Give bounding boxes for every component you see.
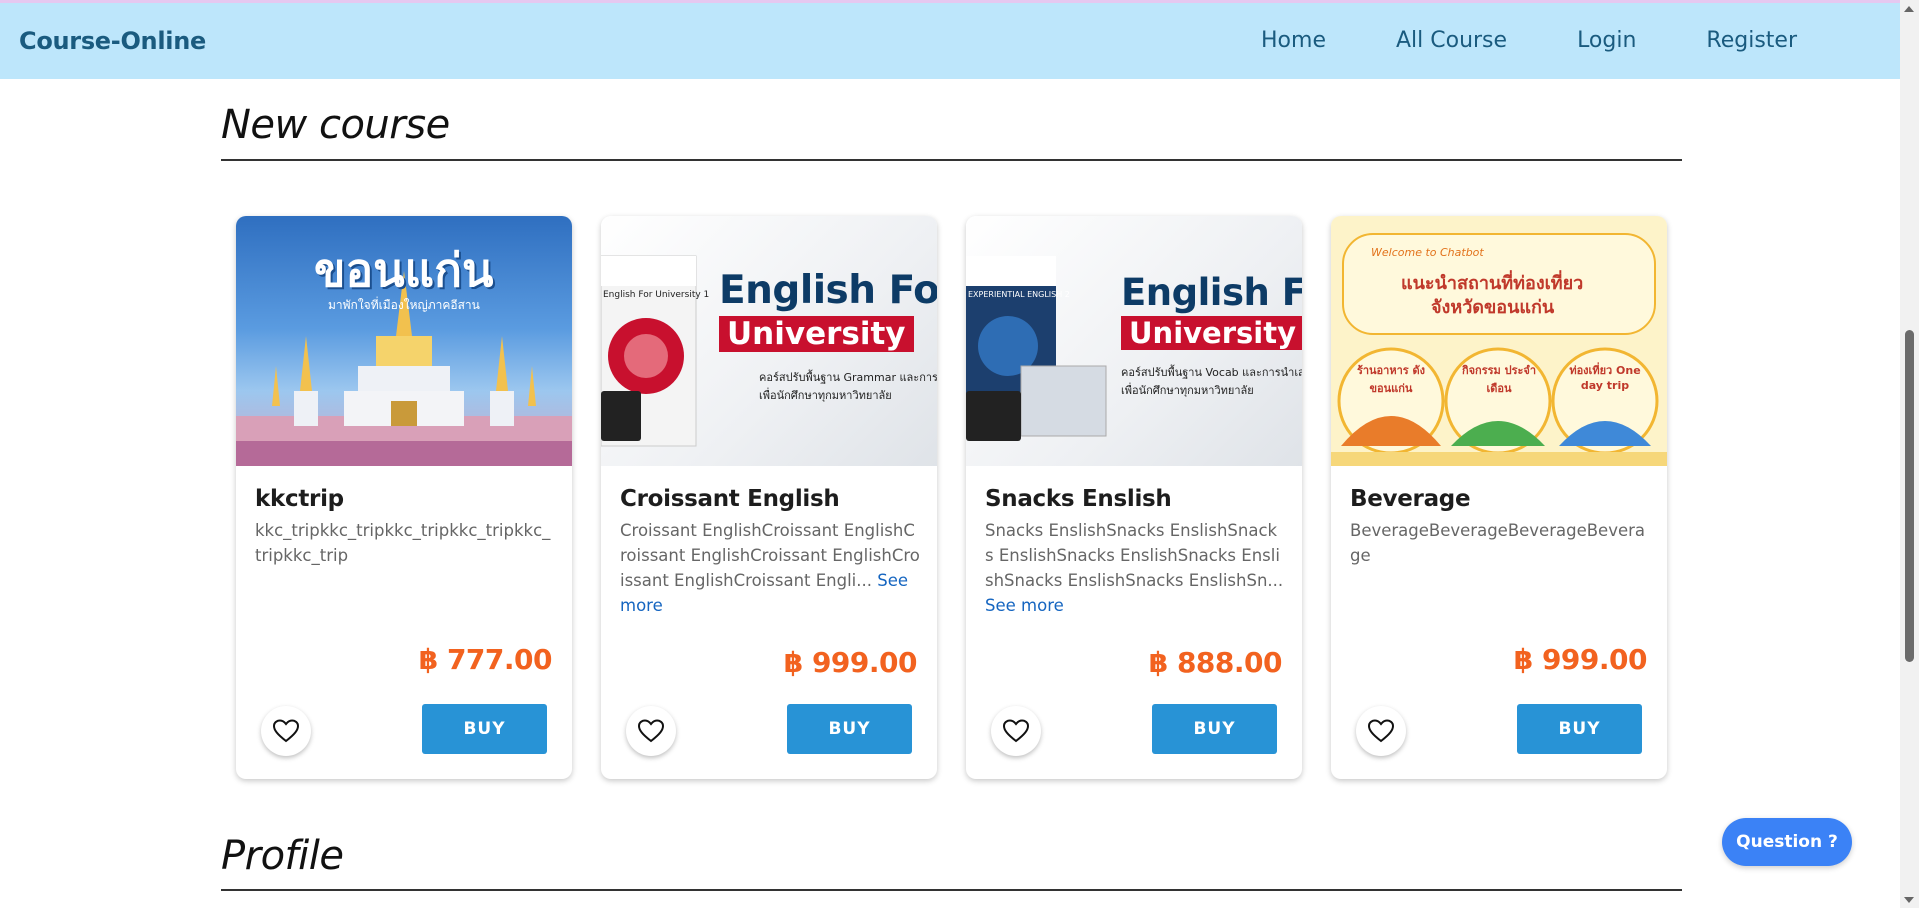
buy-button[interactable]: BUY bbox=[422, 704, 547, 754]
thumb-english-subtitle: University 2 bbox=[1121, 316, 1302, 350]
course-thumbnail: EXPERIENTIAL ENGLISH 2 English For Unive… bbox=[966, 216, 1302, 466]
thumb-circle-3: ท่องเที่ยว One day trip bbox=[1569, 364, 1641, 392]
new-course-divider bbox=[221, 159, 1682, 161]
buy-button[interactable]: BUY bbox=[1152, 704, 1277, 754]
heart-outline-icon bbox=[638, 719, 664, 743]
course-thumbnail: English For University 1 English For Uni… bbox=[601, 216, 937, 466]
thumb-english-title: English For bbox=[719, 268, 937, 313]
course-price: ฿ 888.00 bbox=[1148, 646, 1283, 679]
course-price: ฿ 999.00 bbox=[783, 646, 918, 679]
course-description-text: kkc_tripkkc_tripkkc_tripkkc_tripkkc_trip… bbox=[255, 521, 551, 565]
profile-divider bbox=[221, 889, 1682, 891]
page: Course-Online Home All Course Login Regi… bbox=[0, 0, 1919, 908]
thumb-circle-2: กิจกรรม ประจำเดือน bbox=[1461, 364, 1537, 395]
thumb-english-title: English For bbox=[1121, 271, 1302, 314]
course-description: BeverageBeverageBeverageBeverage bbox=[1350, 518, 1650, 568]
thumb-caption-2: เพื่อนักศึกษาทุกมหาวิทยาลัย bbox=[759, 389, 892, 402]
course-thumbnail: ขอนแก่น มาพักใจที่เมืองใหญ่ภาคอีสาน bbox=[236, 216, 572, 466]
thumb-heading-2: จังหวัดขอนแก่น bbox=[1431, 297, 1555, 318]
thumb-caption-2: เพื่อนักศึกษาทุกมหาวิทยาลัย bbox=[1121, 384, 1254, 397]
brand-logo[interactable]: Course-Online bbox=[19, 27, 206, 55]
see-more-link[interactable]: See more bbox=[985, 596, 1064, 615]
course-title[interactable]: Beverage bbox=[1350, 486, 1471, 512]
thumb-english-subtitle: University bbox=[719, 316, 914, 352]
course-card[interactable]: English For University 1 English For Uni… bbox=[601, 216, 937, 779]
heart-outline-icon bbox=[1368, 719, 1394, 743]
buy-button[interactable]: BUY bbox=[787, 704, 912, 754]
course-card[interactable]: ขอนแก่น มาพักใจที่เมืองใหญ่ภาคอีสาน kkct… bbox=[236, 216, 572, 779]
thumb-book-title: EXPERIENTIAL ENGLISH 2 bbox=[968, 290, 1070, 299]
thumb-caption-1: คอร์สปรับพื้นฐาน Grammar และการออกเสียงฯ bbox=[759, 371, 937, 384]
course-card[interactable]: EXPERIENTIAL ENGLISH 2 English For Unive… bbox=[966, 216, 1302, 779]
new-course-heading: New course bbox=[221, 102, 450, 148]
vertical-scrollbar[interactable] bbox=[1900, 0, 1919, 908]
favorite-button[interactable] bbox=[991, 706, 1041, 756]
course-description: Croissant EnglishCroissant EnglishCroiss… bbox=[620, 518, 920, 618]
course-description: Snacks EnslishSnacks EnslishSnacks Ensli… bbox=[985, 518, 1285, 618]
course-title[interactable]: Snacks Enslish bbox=[985, 486, 1172, 512]
course-description-text: Snacks EnslishSnacks EnslishSnacks Ensli… bbox=[985, 521, 1284, 590]
nav-register-link[interactable]: Register bbox=[1706, 28, 1797, 53]
course-thumbnail: Welcome to Chatbot แนะนำสถานที่ท่องเที่ย… bbox=[1331, 216, 1667, 466]
favorite-button[interactable] bbox=[261, 706, 311, 756]
nav-home-link[interactable]: Home bbox=[1261, 28, 1326, 53]
thumb-thai-subtitle: มาพักใจที่เมืองใหญ่ภาคอีสาน bbox=[328, 298, 480, 312]
navbar: Course-Online Home All Course Login Regi… bbox=[0, 0, 1900, 79]
nav-login-link[interactable]: Login bbox=[1577, 28, 1636, 53]
thumb-circle-1: ร้านอาหาร ดังขอนแก่น bbox=[1356, 364, 1426, 395]
nav-links: Home All Course Login Register bbox=[1191, 28, 1797, 53]
course-price: ฿ 999.00 bbox=[1513, 643, 1648, 676]
course-description-text: BeverageBeverageBeverageBeverage bbox=[1350, 521, 1646, 565]
thumb-welcome-text: Welcome to Chatbot bbox=[1371, 246, 1484, 259]
thumb-caption-1: คอร์สปรับพื้นฐาน Vocab และการนำเสนอฯ bbox=[1121, 366, 1302, 379]
question-button[interactable]: Question ? bbox=[1722, 818, 1852, 866]
favorite-button[interactable] bbox=[1356, 706, 1406, 756]
buy-button[interactable]: BUY bbox=[1517, 704, 1642, 754]
course-card-list: ขอนแก่น มาพักใจที่เมืองใหญ่ภาคอีสาน kkct… bbox=[236, 216, 1667, 779]
favorite-button[interactable] bbox=[626, 706, 676, 756]
heart-outline-icon bbox=[1003, 719, 1029, 743]
course-title[interactable]: kkctrip bbox=[255, 486, 344, 512]
scroll-down-arrow-icon[interactable] bbox=[1904, 897, 1914, 903]
course-card[interactable]: Welcome to Chatbot แนะนำสถานที่ท่องเที่ย… bbox=[1331, 216, 1667, 779]
thumb-book-title: English For University 1 bbox=[603, 290, 710, 300]
course-description: kkc_tripkkc_tripkkc_tripkkc_tripkkc_trip… bbox=[255, 518, 555, 568]
course-price: ฿ 777.00 bbox=[418, 643, 553, 676]
profile-heading: Profile bbox=[221, 833, 344, 879]
scrollbar-thumb[interactable] bbox=[1905, 330, 1914, 662]
scroll-up-arrow-icon[interactable] bbox=[1904, 6, 1914, 12]
course-description-text: Croissant EnglishCroissant EnglishCroiss… bbox=[620, 521, 920, 590]
course-title[interactable]: Croissant English bbox=[620, 486, 840, 512]
nav-all-course-link[interactable]: All Course bbox=[1396, 28, 1507, 53]
heart-outline-icon bbox=[273, 719, 299, 743]
